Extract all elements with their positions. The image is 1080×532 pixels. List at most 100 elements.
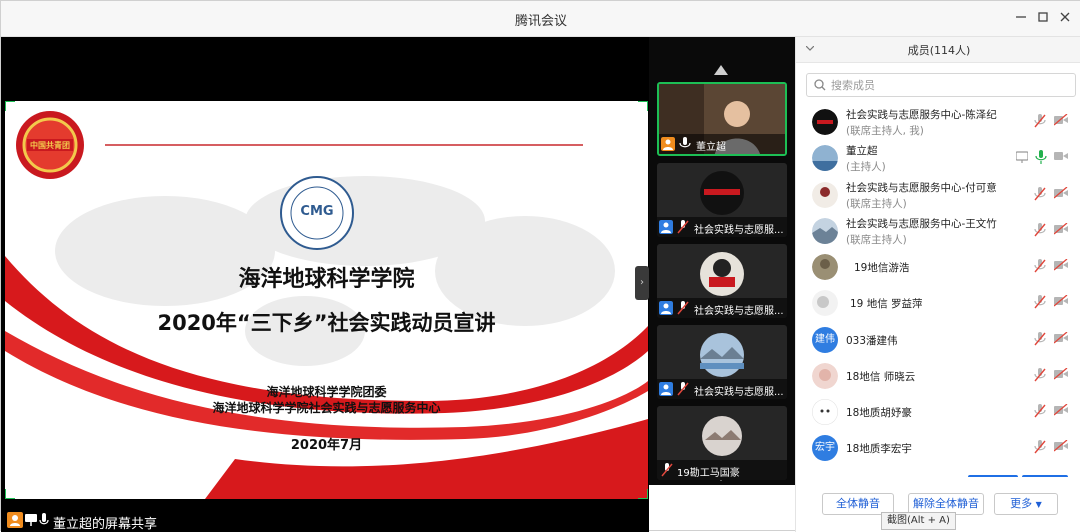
member-row[interactable]: 建伟 033潘建伟 (796, 323, 1080, 359)
member-name: 社会实践与志愿服务中心-王文竹 (846, 218, 997, 230)
search-input[interactable] (831, 77, 1071, 93)
scroll-up-icon[interactable] (714, 65, 728, 75)
member-row[interactable]: 18地质胡妤豪 (796, 395, 1080, 431)
camera-off-icon[interactable] (1054, 114, 1068, 126)
member-row[interactable]: 社会实践与志愿服务中心-陈泽纪 (联席主持人, 我) (796, 105, 1080, 141)
search-icon (814, 79, 826, 91)
more-label: 更多 (1010, 497, 1033, 510)
member-row[interactable]: 18地信 师晓云 (796, 359, 1080, 395)
avatar (812, 399, 838, 425)
camera-off-icon[interactable] (1054, 187, 1068, 199)
mic-muted-icon (677, 220, 689, 234)
title-bar: 腾讯会议 (1, 1, 1080, 37)
panel-title: 成员(114人) (907, 44, 971, 57)
member-name: 18地信 师晓云 (846, 371, 916, 383)
tile-name: 董立超 (696, 142, 726, 153)
mic-muted-icon[interactable] (1034, 404, 1046, 418)
member-row[interactable]: 宏宇 18地质李宏宇 (796, 431, 1080, 467)
person-icon (7, 512, 23, 528)
member-name: 19 地信 罗益萍 (850, 298, 923, 310)
video-tile[interactable]: 社会实践与志愿服... (657, 325, 787, 399)
tile-name: 社会实践与志愿服... (694, 387, 784, 398)
avatar (812, 218, 838, 244)
meeting-window: 腾讯会议 中国共青团 CMG 海洋地球科学学院 2020年“三下乡”社会实践动员… (0, 0, 1080, 532)
avatar (812, 109, 838, 135)
mic-muted-icon[interactable] (1034, 332, 1046, 346)
more-button[interactable]: 更多 ▼ (994, 493, 1058, 515)
camera-off-icon[interactable] (1054, 440, 1068, 452)
person-icon (659, 382, 673, 396)
member-name: 社会实践与志愿服务中心-付可意 (846, 182, 997, 194)
member-role: (联席主持人, 我) (846, 125, 924, 137)
mic-muted-icon[interactable] (1034, 223, 1046, 237)
person-icon (659, 220, 673, 234)
tile-name: 社会实践与志愿服... (694, 225, 784, 236)
camera-off-icon[interactable] (1054, 259, 1068, 271)
tile-name: 社会实践与志愿服... (694, 306, 784, 317)
avatar (812, 363, 838, 389)
camera-icon[interactable] (1054, 150, 1068, 162)
slide-org-2: 海洋地球科学学院社会实践与志愿服务中心 (212, 401, 441, 415)
maximize-icon (1038, 12, 1048, 22)
mic-muted-icon[interactable] (1034, 259, 1046, 273)
mic-muted-icon[interactable] (1034, 187, 1046, 201)
member-row[interactable]: 社会实践与志愿服务中心-王文竹 (联席主持人) (796, 214, 1080, 250)
panel-header: 成员(114人) (796, 37, 1080, 63)
mic-muted-icon (661, 463, 673, 477)
avatar (812, 290, 838, 316)
person-icon (659, 301, 673, 315)
mic-muted-icon[interactable] (1034, 295, 1046, 309)
mic-muted-icon (677, 301, 689, 315)
close-button[interactable] (1055, 9, 1075, 29)
member-name: 18地质李宏宇 (846, 443, 912, 455)
avatar (812, 145, 838, 171)
logo-text: CMG (300, 204, 334, 219)
members-panel: 成员(114人) 社会实践与志愿服务中心-陈泽纪 (联席主持人, 我) 董立超 … (795, 37, 1080, 532)
video-tile[interactable]: 社会实践与志愿服... (657, 163, 787, 237)
window-title: 腾讯会议 (514, 14, 567, 29)
screen-share-bar: 董立超的屏幕共享 (1, 509, 649, 532)
tile-label: 社会实践与志愿服... (657, 217, 787, 237)
screen-share-label: 董立超的屏幕共享 (53, 517, 158, 532)
collapse-strip-button[interactable]: › (635, 266, 649, 300)
video-tile[interactable]: 董立超 (657, 82, 787, 156)
caret-down-icon: ▼ (1035, 500, 1042, 509)
minimize-button[interactable] (1011, 9, 1031, 29)
screen-share-icon (1016, 151, 1028, 163)
member-name: 033潘建伟 (846, 335, 898, 347)
camera-off-icon[interactable] (1054, 368, 1068, 380)
tile-label: 社会实践与志愿服... (657, 379, 787, 399)
camera-off-icon[interactable] (1054, 332, 1068, 344)
screenshot-tooltip: 截图(Alt + A) (881, 512, 956, 530)
member-name: 社会实践与志愿服务中心-陈泽纪 (846, 109, 997, 121)
camera-off-icon[interactable] (1054, 295, 1068, 307)
member-row[interactable]: 董立超 (主持人) (796, 141, 1080, 177)
mic-muted-icon[interactable] (1034, 368, 1046, 382)
emblem-text: 中国共青团 (30, 141, 70, 150)
maximize-button[interactable] (1033, 9, 1053, 29)
member-role: (联席主持人) (846, 234, 907, 246)
mic-muted-icon[interactable] (1034, 440, 1046, 454)
member-search[interactable] (806, 73, 1076, 97)
tile-label: 董立超 (659, 134, 785, 154)
slide-headline: 2020年“三下乡”社会实践动员宣讲 (157, 311, 496, 335)
member-name: 董立超 (846, 145, 878, 157)
screen-share-icon (25, 514, 37, 526)
member-row[interactable]: 社会实践与志愿服务中心-付可意 (联席主持人) (796, 178, 1080, 214)
avatar: 宏宇 (812, 435, 838, 461)
camera-off-icon[interactable] (1054, 223, 1068, 235)
video-tile[interactable]: 社会实践与志愿服... (657, 244, 787, 318)
chevron-right-icon: › (640, 277, 644, 288)
member-row[interactable]: 19地信游浩 (796, 250, 1080, 286)
shared-screen-stage: 中国共青团 CMG 海洋地球科学学院 2020年“三下乡”社会实践动员宣讲 海洋… (1, 37, 649, 532)
camera-off-icon[interactable] (1054, 404, 1068, 416)
college-name: 海洋地球科学学院 (238, 267, 415, 292)
member-row[interactable]: 19 地信 罗益萍 (796, 286, 1080, 322)
mic-muted-icon[interactable] (1034, 114, 1046, 128)
mic-on-icon[interactable] (1035, 150, 1047, 164)
avatar (812, 182, 838, 208)
minimize-icon (1016, 16, 1026, 18)
tile-name: 19勘工马国豪 (677, 468, 740, 479)
video-tile[interactable]: 19勘工马国豪 (657, 406, 787, 480)
member-role: (主持人) (846, 161, 886, 173)
